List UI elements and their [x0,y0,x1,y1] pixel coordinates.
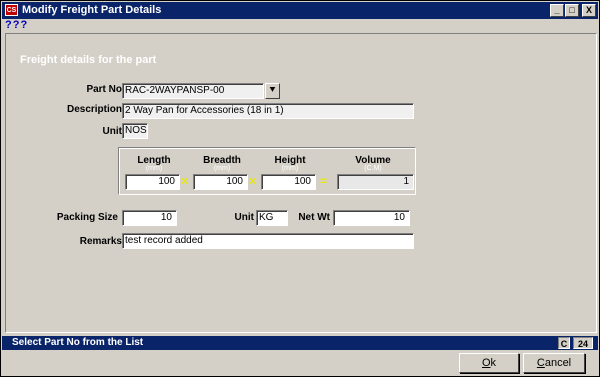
description-label: Description [66,104,122,115]
breadth-field[interactable]: 100 [193,174,248,190]
minimize-button[interactable]: _ [550,4,564,17]
length-unit: (mm) [145,165,163,172]
cancel-label: ancel [544,357,572,369]
window-title: Modify Freight Part Details [22,4,162,16]
ok-button[interactable]: Ok [459,353,519,373]
ok-accelerator: O [481,357,491,369]
freight-window: CS Modify Freight Part Details _ □ X ???… [0,0,600,377]
unit-label: Unit [102,126,122,137]
net-wt-label: Net Wt [298,212,330,223]
packing-size-field[interactable]: 10 [122,210,177,226]
menu-bar: ??? [2,19,598,32]
part-no-label: Part No [86,84,122,95]
part-no-field[interactable]: RAC-2WAYPANSP-00 [122,83,264,99]
unit-field: NOS [122,123,148,139]
cancel-button[interactable]: Cancel [523,353,585,373]
remarks-label: Remarks [79,236,122,247]
multiply-sign: × [249,174,257,188]
weight-unit-field[interactable]: KG [256,210,288,226]
equals-sign: = [320,174,328,188]
packing-size-label: Packing Size [56,212,118,223]
status-bar: Select Part No from the List C 24 [2,336,598,350]
status-count-cell: 24 [573,337,593,349]
multiply-sign: × [181,174,189,188]
part-no-dropdown-button[interactable]: ⯆ [265,83,280,99]
section-title: Freight details for the part [20,54,157,66]
height-unit: (mm) [281,165,299,172]
breadth-unit: (mm) [213,165,231,172]
weight-unit-label: Unit [234,212,254,223]
cancel-accelerator: C [536,357,545,369]
maximize-button[interactable]: □ [565,4,579,17]
chevron-down-icon: ⯆ [268,85,277,95]
close-button[interactable]: X [582,4,596,17]
height-field[interactable]: 100 [261,174,316,190]
dimensions-group: Length (mm) 100 × Breadth (mm) 100 × Hei… [118,147,416,195]
title-bar: CS Modify Freight Part Details _ □ X [2,2,598,19]
form-panel: Freight details for the part Part No RAC… [5,33,597,333]
description-field[interactable]: 2 Way Pan for Accessories (18 in 1) [122,103,414,119]
volume-unit: (C.M) [364,165,382,172]
volume-field: 1 [337,174,414,190]
remarks-field[interactable]: test record added [122,233,414,249]
menu-help[interactable]: ??? [5,19,28,31]
ok-label: k [490,357,497,369]
status-mode-cell: C [558,337,570,349]
net-wt-field[interactable]: 10 [333,210,410,226]
app-icon: CS [5,4,18,16]
length-field[interactable]: 100 [125,174,180,190]
status-message: Select Part No from the List [12,337,144,348]
